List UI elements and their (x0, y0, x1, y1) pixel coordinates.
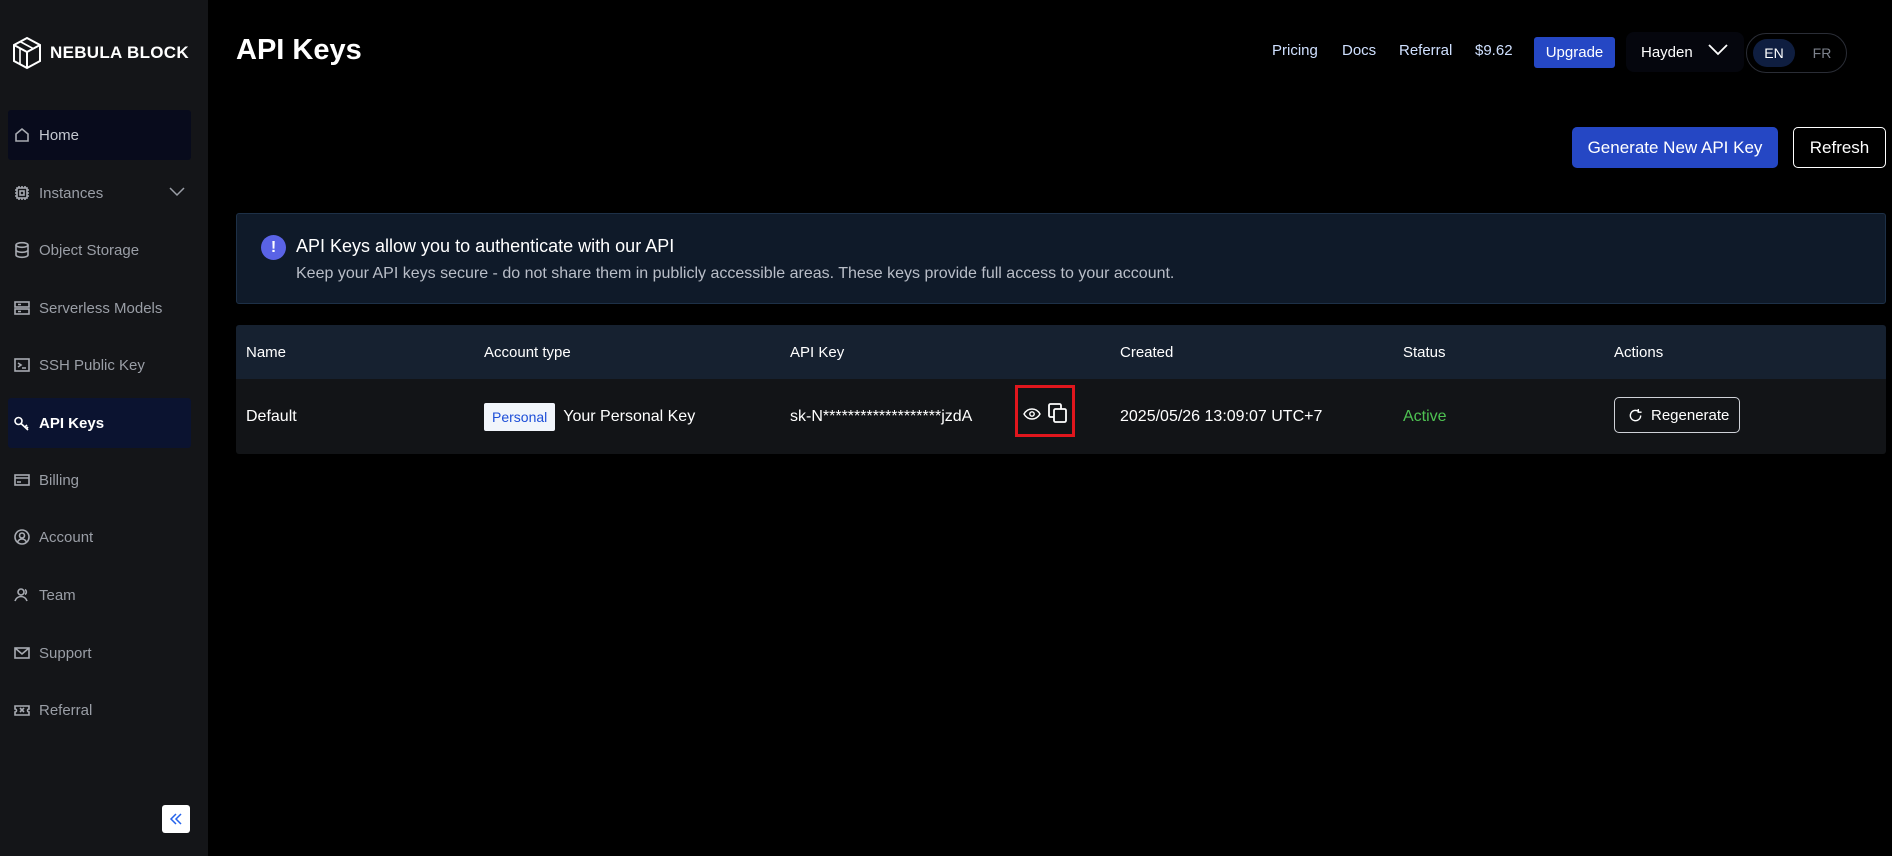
column-header-name: Name (246, 343, 287, 361)
terminal-icon (12, 355, 32, 375)
api-key-value: sk-N*******************jzdA (790, 407, 973, 425)
exclamation-icon: ! (261, 235, 286, 260)
sidebar-item-label: Home (39, 126, 80, 144)
api-key-actions-highlight (1015, 385, 1075, 437)
brand-name: NEBULA BLOCK (50, 43, 189, 62)
cube-logo-icon (13, 36, 41, 70)
sidebar-item-team[interactable]: Team (8, 570, 191, 620)
sidebar-item-label: Billing (39, 471, 80, 489)
docs-link[interactable]: Docs (1342, 42, 1376, 59)
sidebar-item-object-storage[interactable]: Object Storage (8, 225, 191, 275)
card-icon (12, 470, 32, 490)
info-banner: ! API Keys allow you to authenticate wit… (236, 213, 1886, 304)
sidebar: NEBULA BLOCK Home Instances Object Stora… (0, 0, 208, 856)
table-header: Name Account type API Key Created Status… (236, 325, 1886, 379)
account-type-label: Your Personal Key (563, 407, 696, 425)
lang-option-en[interactable]: EN (1753, 39, 1795, 67)
api-keys-table: Name Account type API Key Created Status… (236, 325, 1886, 454)
sidebar-item-instances[interactable]: Instances (8, 168, 191, 218)
sidebar-item-label: Referral (39, 701, 93, 719)
page-title: API Keys (236, 34, 362, 66)
eye-icon[interactable] (1023, 407, 1041, 421)
sidebar-item-support[interactable]: Support (8, 628, 191, 678)
team-icon (12, 585, 32, 605)
created-timestamp: 2025/05/26 13:09:07 UTC+7 (1120, 407, 1323, 425)
sidebar-item-home[interactable]: Home (8, 110, 191, 160)
sidebar-item-label: Serverless Models (39, 299, 163, 317)
chevron-down-icon (1708, 44, 1728, 56)
column-header-api-key: API Key (790, 343, 845, 361)
language-switcher: EN FR (1746, 33, 1847, 73)
sidebar-item-label: Account (39, 528, 94, 546)
sidebar-item-billing[interactable]: Billing (8, 455, 191, 505)
sidebar-item-label: Object Storage (39, 241, 140, 259)
column-header-status: Status (1403, 343, 1446, 361)
brand-logo[interactable]: NEBULA BLOCK (12, 36, 189, 70)
chip-icon (12, 183, 32, 203)
referral-link[interactable]: Referral (1399, 42, 1452, 59)
lang-option-fr[interactable]: FR (1801, 39, 1843, 67)
column-header-actions: Actions (1614, 343, 1664, 361)
sidebar-item-label: SSH Public Key (39, 356, 145, 374)
sidebar-item-label: Support (39, 644, 92, 662)
user-name: Hayden (1641, 43, 1693, 61)
balance-display: $9.62 (1475, 42, 1513, 59)
user-menu[interactable]: Hayden (1626, 32, 1744, 72)
sidebar-item-api-keys[interactable]: API Keys (8, 398, 191, 448)
upgrade-button[interactable]: Upgrade (1534, 37, 1615, 68)
server-icon (12, 298, 32, 318)
generate-api-key-button[interactable]: Generate New API Key (1572, 127, 1778, 168)
copy-icon[interactable] (1047, 402, 1069, 424)
user-circle-icon (12, 527, 32, 547)
home-icon (12, 125, 32, 145)
sidebar-item-referral[interactable]: Referral (8, 685, 191, 735)
key-name: Default (246, 407, 297, 425)
refresh-icon (1629, 408, 1642, 421)
banner-title: API Keys allow you to authenticate with … (296, 236, 675, 256)
banner-text: Keep your API keys secure - do not share… (296, 265, 1175, 282)
key-icon (12, 413, 32, 433)
sidebar-item-account[interactable]: Account (8, 512, 191, 562)
sidebar-item-label: Team (39, 586, 76, 604)
pricing-link[interactable]: Pricing (1272, 42, 1318, 59)
database-icon (12, 240, 32, 260)
sidebar-item-label: API Keys (39, 414, 105, 432)
mail-icon (12, 643, 32, 663)
column-header-created: Created (1120, 343, 1174, 361)
double-chevron-left-icon (169, 813, 182, 825)
sidebar-item-ssh-public-key[interactable]: SSH Public Key (8, 340, 191, 390)
column-header-account-type: Account type (484, 343, 571, 361)
account-type-cell: Personal Your Personal Key (484, 379, 695, 454)
regenerate-label: Regenerate (1651, 406, 1730, 424)
chevron-down-icon[interactable] (169, 187, 185, 197)
refresh-button[interactable]: Refresh (1793, 127, 1886, 168)
sidebar-item-label: Instances (39, 184, 104, 202)
collapse-sidebar-button[interactable] (162, 805, 190, 833)
sidebar-item-serverless-models[interactable]: Serverless Models (8, 283, 191, 333)
status-badge: Active (1403, 407, 1447, 425)
regenerate-button[interactable]: Regenerate (1614, 397, 1740, 433)
ticket-icon (12, 700, 32, 720)
account-type-badge: Personal (484, 402, 556, 431)
